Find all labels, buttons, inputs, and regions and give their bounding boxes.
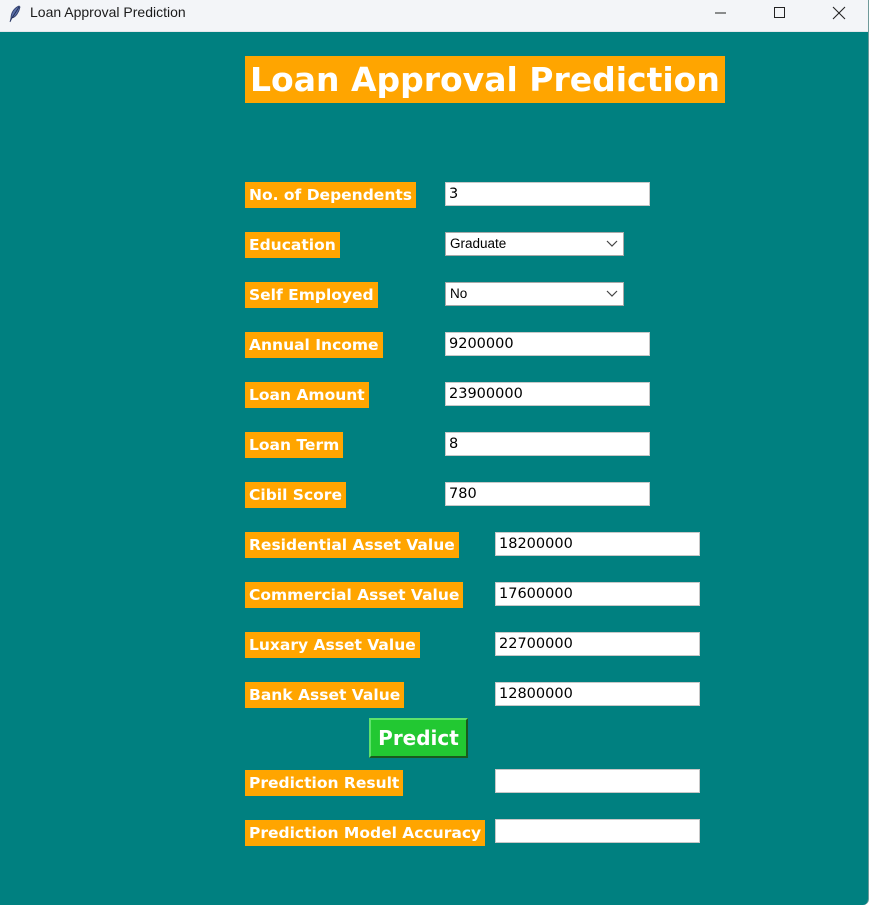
app-window: Loan Approval Prediction Loan Approval P… xyxy=(0,0,869,905)
page-title: Loan Approval Prediction xyxy=(245,56,725,103)
chevron-down-icon xyxy=(606,240,618,247)
prediction-result-label: Prediction Result xyxy=(245,770,404,796)
loan-amount-input[interactable]: 23900000 xyxy=(445,382,650,406)
education-label: Education xyxy=(245,232,340,258)
self-employed-label: Self Employed xyxy=(245,282,378,308)
loan-term-input[interactable]: 8 xyxy=(445,432,650,456)
annual-income-input[interactable]: 9200000 xyxy=(445,332,650,356)
bank-asset-label: Bank Asset Value xyxy=(245,682,405,708)
minimize-button[interactable] xyxy=(693,0,751,28)
dependents-input[interactable]: 3 xyxy=(445,182,650,206)
prediction-result-output[interactable] xyxy=(495,769,700,793)
feather-icon xyxy=(8,5,22,23)
title-bar[interactable]: Loan Approval Prediction xyxy=(0,0,868,32)
maximize-icon xyxy=(774,7,785,18)
loan-amount-label: Loan Amount xyxy=(245,382,369,408)
cibil-score-input[interactable]: 780 xyxy=(445,482,650,506)
luxury-asset-input[interactable]: 22700000 xyxy=(495,632,700,656)
residential-asset-label: Residential Asset Value xyxy=(245,532,459,558)
model-accuracy-label: Prediction Model Accuracy xyxy=(245,820,486,846)
commercial-asset-input[interactable]: 17600000 xyxy=(495,582,700,606)
self-employed-select-value: No xyxy=(450,286,468,301)
predict-button[interactable]: Predict xyxy=(369,718,468,758)
model-accuracy-output[interactable] xyxy=(495,819,700,843)
self-employed-select[interactable]: No xyxy=(445,282,624,306)
dependents-label: No. of Dependents xyxy=(245,182,416,208)
education-select[interactable]: Graduate xyxy=(445,232,624,256)
annual-income-label: Annual Income xyxy=(245,332,383,358)
education-select-value: Graduate xyxy=(450,236,507,251)
maximize-button[interactable] xyxy=(752,0,810,28)
close-button[interactable] xyxy=(811,0,869,28)
commercial-asset-label: Commercial Asset Value xyxy=(245,582,464,608)
loan-term-label: Loan Term xyxy=(245,432,344,458)
cibil-score-label: Cibil Score xyxy=(245,482,346,508)
luxury-asset-label: Luxary Asset Value xyxy=(245,632,420,658)
close-icon xyxy=(832,6,846,20)
minimize-icon xyxy=(715,12,726,14)
residential-asset-input[interactable]: 18200000 xyxy=(495,532,700,556)
chevron-down-icon xyxy=(606,290,618,297)
bank-asset-input[interactable]: 12800000 xyxy=(495,682,700,706)
window-title: Loan Approval Prediction xyxy=(30,4,186,20)
